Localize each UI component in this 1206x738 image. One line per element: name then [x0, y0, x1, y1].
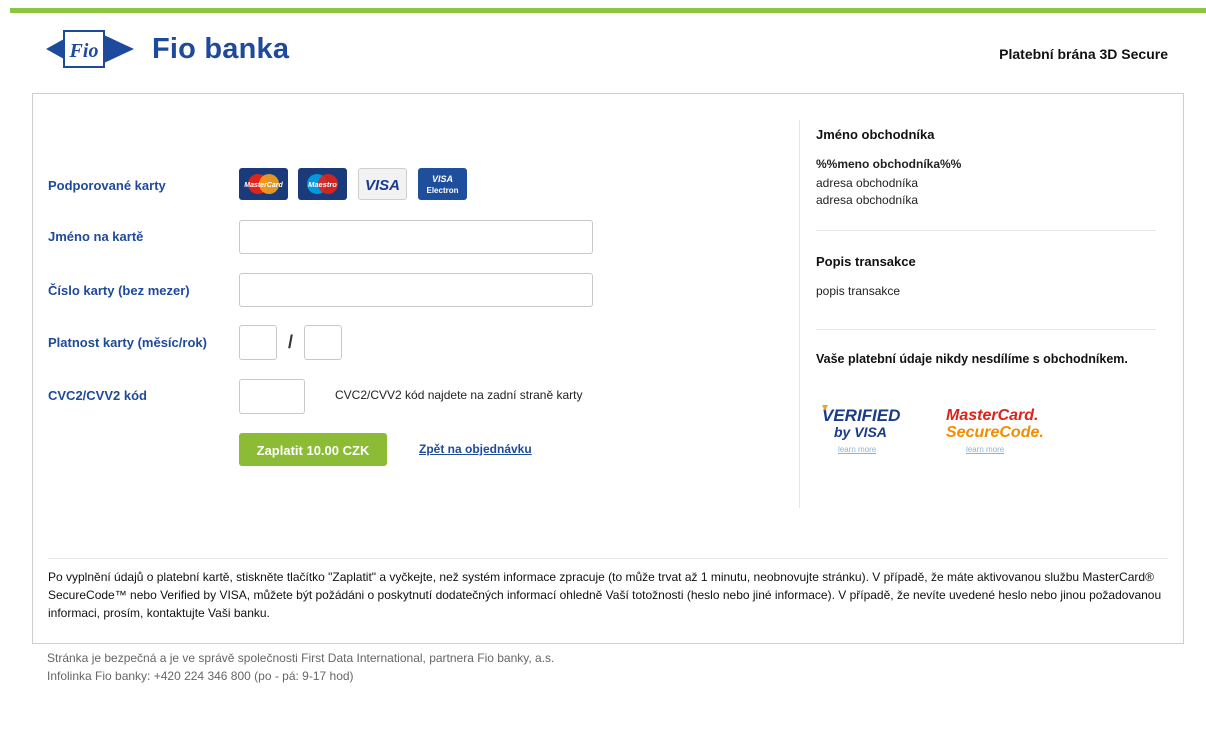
expiry-separator: /	[288, 332, 294, 352]
gateway-title: Platební brána 3D Secure	[999, 46, 1168, 62]
footer-security-text: Stránka je bezpečná a je ve správě spole…	[47, 651, 555, 665]
column-divider	[799, 120, 800, 508]
cvc-label: CVC2/CVV2 kód	[48, 388, 147, 403]
transaction-description: popis transakce	[816, 284, 901, 298]
svg-text:Electron: Electron	[426, 186, 458, 195]
mastercard-logo: MasterCard	[239, 168, 288, 200]
mastercard-securecode-line2: SecureCode.	[946, 424, 1044, 441]
sidebar-divider	[816, 230, 1156, 231]
merchant-name: %%meno obchodníka%%	[816, 157, 962, 171]
expiry-year-input[interactable]	[304, 325, 342, 360]
bank-name: Fio banka	[152, 33, 290, 65]
mastercard-securecode-line1: MasterCard.	[946, 407, 1038, 424]
card-number-label: Číslo karty (bez mezer)	[48, 283, 190, 298]
payment-notice: Po vyplnění údajů o platební kartě, stis…	[48, 570, 1162, 620]
verified-by-visa-logo[interactable]: VERIFIED by VISA learn more	[820, 403, 910, 454]
merchant-address-2: adresa obchodníka	[816, 193, 919, 207]
transaction-heading: Popis transakce	[816, 254, 916, 269]
header: Fio Fio banka Platební brána 3D Secure	[0, 13, 1206, 93]
svg-text:Maestro: Maestro	[308, 180, 337, 189]
merchant-heading: Jméno obchodníka	[816, 127, 935, 142]
back-to-order-link[interactable]: Zpět na objednávku	[419, 442, 532, 456]
verified-by-visa-line1: VERIFIED	[822, 406, 900, 425]
maestro-logo: Maestro	[298, 168, 347, 200]
svg-text:MasterCard: MasterCard	[244, 182, 283, 189]
expiry-label: Platnost karty (měsíc/rok)	[48, 335, 207, 350]
fio-flag-icon: Fio	[46, 30, 134, 68]
notice-divider	[48, 558, 1168, 559]
name-on-card-label: Jméno na kartě	[48, 229, 144, 244]
footer: Stránka je bezpečná a je ve správě spole…	[47, 649, 554, 685]
logo-flag-text: Fio	[69, 40, 99, 62]
svg-text:VISA: VISA	[432, 174, 453, 184]
svg-text:VISA: VISA	[365, 177, 400, 194]
name-on-card-input[interactable]	[239, 220, 593, 254]
verified-by-visa-line2: by VISA	[834, 424, 887, 440]
visa-electron-logo: VISA Electron	[418, 168, 467, 200]
fio-logo[interactable]: Fio Fio banka	[46, 27, 346, 83]
visa-logo: VISA	[358, 168, 407, 200]
expiry-month-input[interactable]	[239, 325, 277, 360]
supported-cards-label: Podporované karty	[48, 178, 166, 193]
mastercard-securecode-logo[interactable]: MasterCard. SecureCode. learn more	[944, 403, 1054, 454]
cvc-input[interactable]	[239, 379, 305, 414]
card-form: Podporované karty MasterCard Maestro VIS…	[33, 94, 793, 554]
footer-hotline-text: Infolinka Fio banky: +420 224 346 800 (p…	[47, 669, 354, 683]
privacy-note: Vaše platební údaje nikdy nesdílíme s ob…	[816, 352, 1128, 366]
payment-panel: Podporované karty MasterCard Maestro VIS…	[32, 93, 1184, 644]
sidebar-divider	[816, 329, 1156, 330]
merchant-address-1: adresa obchodníka	[816, 176, 919, 190]
cvc-hint: CVC2/CVV2 kód najdete na zadní straně ka…	[335, 388, 583, 402]
pay-button[interactable]: Zaplatit 10.00 CZK	[239, 433, 387, 466]
mastercard-securecode-learn-more[interactable]: learn more	[966, 445, 1004, 454]
card-number-input[interactable]	[239, 273, 593, 307]
verified-by-visa-learn-more[interactable]: learn more	[838, 445, 876, 454]
